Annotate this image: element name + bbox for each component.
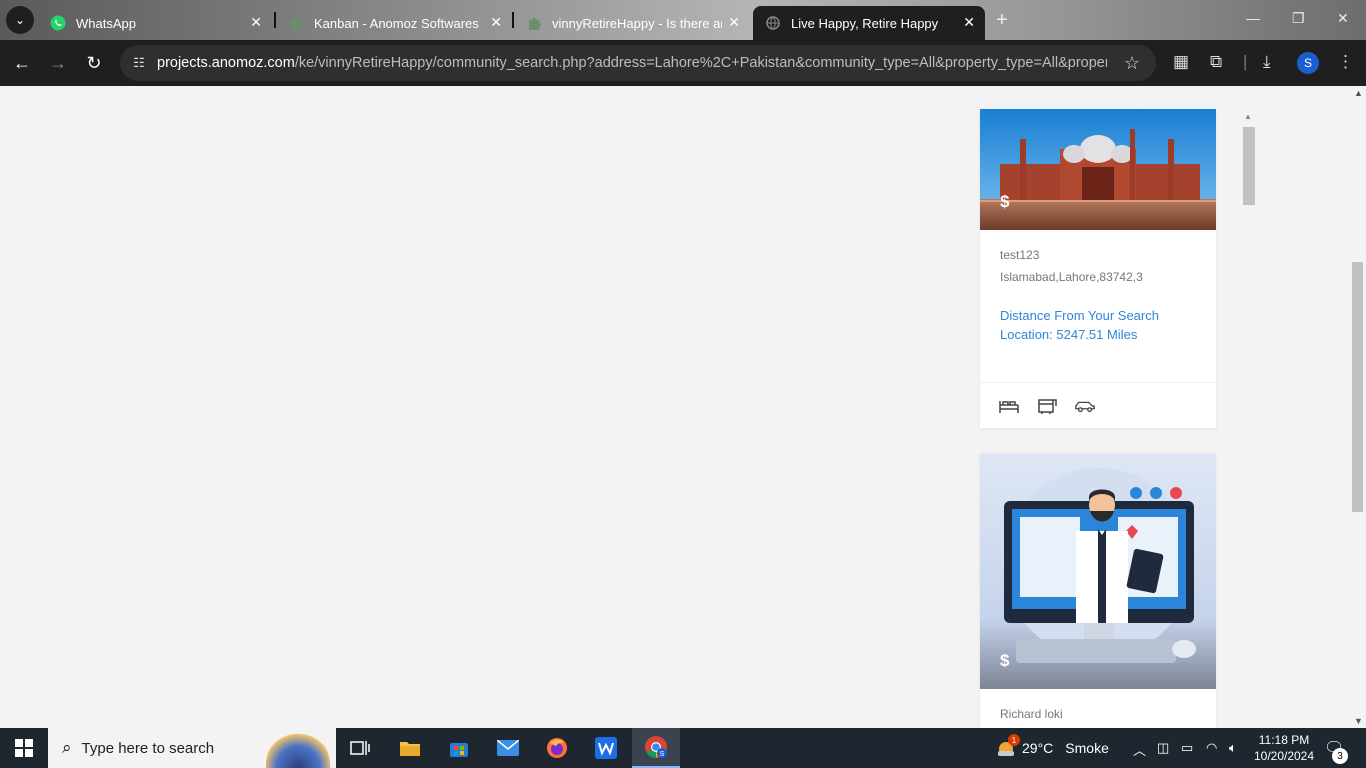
wifi-icon[interactable]: ◠ (1206, 740, 1217, 756)
wps-icon (595, 737, 617, 759)
scroll-down-icon[interactable]: ▼ (1354, 716, 1363, 726)
notification-count-badge: 3 (1332, 748, 1348, 764)
community-address: Islamabad,Lahore,83742,3 (1000, 270, 1143, 284)
close-icon[interactable]: ✕ (963, 14, 975, 31)
store-icon (450, 743, 468, 757)
bookmark-star-icon[interactable]: ☆ (1124, 53, 1140, 74)
extensions-icon[interactable]: ⧉ (1210, 52, 1222, 72)
search-highlight-art (266, 732, 330, 768)
mail-icon (497, 740, 519, 756)
firefox-button[interactable] (533, 728, 581, 768)
scroll-thumb[interactable] (1243, 127, 1255, 205)
volume-icon[interactable]: 🔈︎ (1229, 740, 1237, 756)
price-badge: $ (1000, 651, 1010, 670)
car-icon (1075, 401, 1095, 412)
chrome-button[interactable]: S (632, 728, 680, 768)
translate-icon[interactable]: ▦ (1173, 52, 1189, 72)
distance-text: Distance From Your Search Location: 5247… (1000, 308, 1159, 342)
close-icon[interactable]: ✕ (728, 14, 740, 31)
restore-icon[interactable]: ❐ (1292, 10, 1305, 27)
task-view-icon (350, 741, 370, 755)
close-icon[interactable]: ✕ (250, 14, 262, 31)
weather-temp: 29°C (1022, 740, 1054, 756)
page-content: $ test123 Islamabad,Lahore,83742,3 Dista… (0, 86, 1366, 728)
search-placeholder: Type here to search (81, 739, 215, 757)
weather-desc: Smoke (1065, 740, 1109, 756)
firefox-icon (547, 738, 567, 758)
community-name: test123 (1000, 248, 1040, 262)
page-scrollbar[interactable]: ▲ ▼ (1350, 86, 1366, 728)
clock-date: 10/20/2024 (1253, 749, 1315, 763)
weather-widget[interactable]: 1 29°C Smoke (996, 734, 1109, 758)
address-bar[interactable]: ☷ projects.anomoz.com/ke/vinnyRetireHapp… (120, 45, 1156, 81)
menu-kebab-icon[interactable]: ⋮ (1337, 52, 1354, 72)
new-tab-plus-icon[interactable]: + (996, 9, 1008, 32)
chrome-icon: S (645, 736, 667, 758)
tab-search-button[interactable]: ⌄ (6, 6, 34, 34)
meet-now-icon[interactable]: ◫ (1157, 740, 1169, 756)
url-host: projects.anomoz.com (157, 55, 295, 71)
clock-time: 11:18 PM (1258, 733, 1310, 747)
whatsapp-icon (50, 15, 66, 31)
bed-icon (999, 400, 1019, 413)
puzzle-icon (288, 15, 304, 31)
browser-toolbar: ← → ↻ ☷ projects.anomoz.com/ke/vinnyReti… (0, 40, 1366, 86)
tab-title: Kanban - Anomoz Softwares (314, 15, 479, 31)
card-list-scrollbar[interactable]: ▲ (1242, 112, 1256, 209)
tab-title: Live Happy, Retire Happy (791, 15, 939, 31)
chevron-down-icon: ⌄ (14, 13, 26, 27)
url-text[interactable]: projects.anomoz.com/ke/vinnyRetireHappy/… (157, 55, 1107, 71)
folder-icon (400, 742, 420, 756)
globe-icon (765, 15, 781, 31)
search-icon: ⌕ (62, 738, 72, 757)
close-icon[interactable]: ✕ (490, 14, 502, 31)
price-badge: $ (1000, 192, 1010, 211)
scroll-up-icon[interactable]: ▲ (1354, 88, 1363, 98)
wps-button[interactable] (582, 728, 630, 768)
card-image-mosque: $ (980, 109, 1216, 230)
toolbar-divider: | (1243, 52, 1248, 71)
mail-button[interactable] (484, 728, 532, 768)
windows-taskbar: ⌕ Type here to search S 1 29°C Smoke ︿ ◫… (0, 728, 1366, 768)
svg-text:S: S (660, 751, 665, 758)
task-view-button[interactable] (336, 728, 384, 768)
forward-arrow-icon[interactable]: → (46, 51, 70, 75)
profile-avatar[interactable]: S (1297, 52, 1319, 74)
scroll-thumb[interactable] (1352, 262, 1363, 512)
reload-icon[interactable]: ↻ (82, 51, 106, 75)
tab-kanban[interactable]: Kanban - Anomoz Softwares ✕ (276, 6, 512, 40)
puzzle-icon (526, 15, 542, 31)
scroll-up-icon[interactable]: ▲ (1244, 112, 1252, 121)
card-features (980, 382, 1216, 428)
back-arrow-icon[interactable]: ← (10, 51, 34, 75)
card-image-doctor: $ (980, 453, 1216, 689)
community-card[interactable]: $ Richard loki (980, 453, 1216, 728)
url-path: /ke/vinnyRetireHappy/community_search.ph… (294, 55, 1107, 71)
download-icon[interactable]: ⤓ (1263, 52, 1271, 72)
start-button[interactable] (0, 728, 48, 768)
taskbar-search[interactable]: ⌕ Type here to search (48, 728, 336, 768)
close-window-icon[interactable]: ✕ (1337, 10, 1349, 27)
bath-icon (1038, 398, 1057, 414)
tab-vinny[interactable]: vinnyRetireHappy - Is there an ✕ (514, 6, 750, 40)
file-explorer-button[interactable] (386, 728, 434, 768)
minimize-icon[interactable]: — (1246, 10, 1260, 26)
tab-title: vinnyRetireHappy - Is there an (552, 15, 722, 31)
tab-strip: ⌄ WhatsApp ✕ Kanban - Anomoz Softwares ✕… (0, 0, 1366, 40)
chevron-up-icon[interactable]: ︿ (1133, 740, 1146, 759)
community-name: Richard loki (1000, 707, 1063, 721)
microsoft-store-button[interactable] (435, 728, 483, 768)
site-info-icon[interactable]: ☷ (128, 53, 150, 73)
weather-alert-badge: 1 (1008, 734, 1020, 746)
windows-logo-icon (15, 739, 33, 757)
weather-sun-icon: 1 (996, 734, 1020, 758)
tab-live-happy[interactable]: Live Happy, Retire Happy ✕ (753, 6, 985, 40)
tab-title: WhatsApp (76, 15, 136, 31)
system-clock[interactable]: 11:18 PM 10/20/2024 (1252, 732, 1316, 764)
community-card[interactable]: $ test123 Islamabad,Lahore,83742,3 Dista… (980, 109, 1216, 428)
tab-whatsapp[interactable]: WhatsApp ✕ (38, 6, 272, 40)
battery-icon[interactable]: ▭ (1181, 740, 1193, 756)
